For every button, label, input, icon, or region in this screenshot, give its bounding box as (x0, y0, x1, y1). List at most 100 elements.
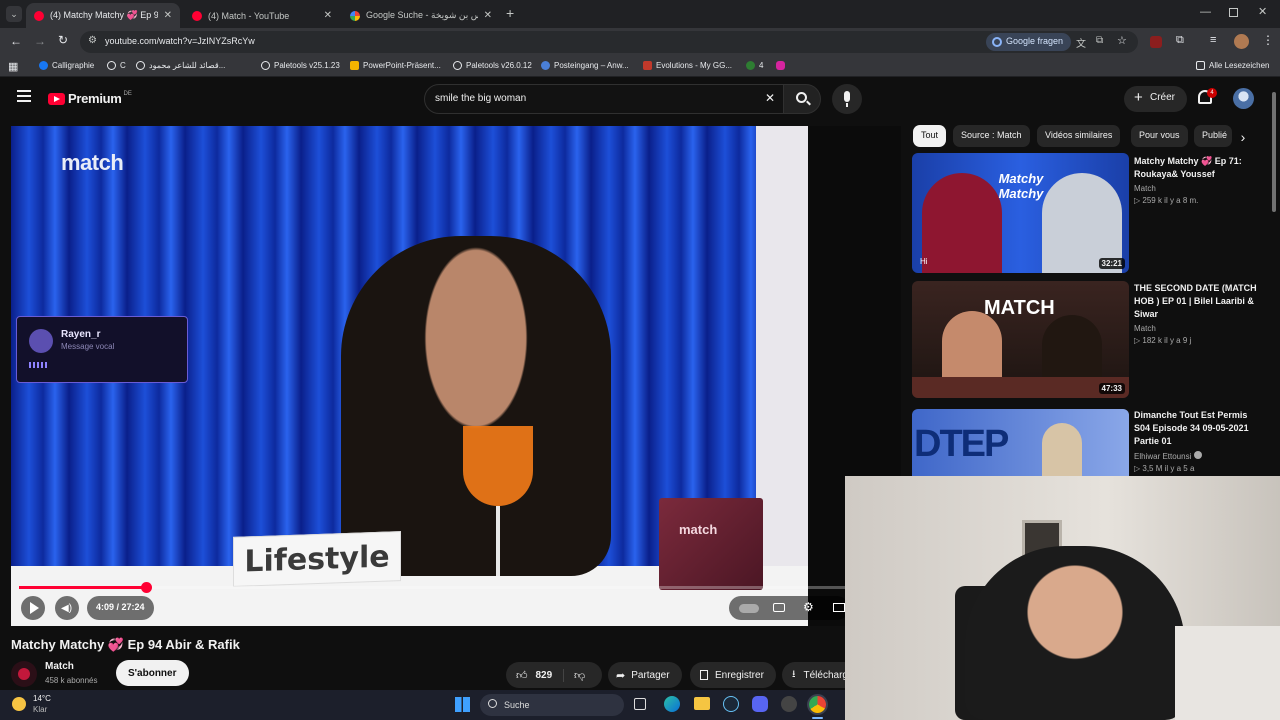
hamburger-menu-icon[interactable] (17, 90, 31, 102)
youtube-favicon-icon (34, 10, 44, 21)
youtube-logo[interactable]: Premium DE (48, 91, 132, 106)
translate-icon[interactable]: 文 (1076, 35, 1086, 50)
subscribe-button[interactable]: S'abonner (116, 660, 189, 686)
subscriber-count: 458 k abonnés (45, 676, 98, 685)
page-scrollbar[interactable] (1272, 92, 1276, 212)
browser-toolbar: ← → ↻ ⚙ youtube.com/watch?v=JzINYZsRcYw … (0, 28, 1280, 56)
url-text[interactable]: youtube.com/watch?v=JzINYZsRcYw (105, 36, 255, 46)
clear-search-icon[interactable]: ✕ (765, 91, 775, 105)
settings-icon[interactable]: ⚙ (803, 600, 814, 614)
recommendation-thumbnail[interactable]: Matchy Matchy Hi 32:21 (912, 153, 1129, 273)
chip-similar[interactable]: Vidéos similaires (1037, 125, 1121, 147)
progress-scrubber[interactable] (140, 582, 152, 593)
bookmark-calligraphie[interactable]: Calligraphie (39, 61, 94, 70)
window-close-icon[interactable]: ✕ (1258, 5, 1267, 18)
address-bar[interactable]: ⚙ youtube.com/watch?v=JzINYZsRcYw Google… (80, 31, 1138, 53)
microphone-icon (844, 91, 850, 102)
globe-icon (261, 61, 270, 70)
close-icon[interactable]: ✕ (324, 10, 332, 21)
close-icon[interactable]: ✕ (164, 10, 172, 21)
account-avatar[interactable] (1233, 88, 1254, 109)
windows-start-icon[interactable] (455, 697, 470, 712)
back-icon[interactable]: ← (10, 34, 22, 48)
discord-icon[interactable] (752, 696, 768, 712)
recommendation-meta[interactable]: Dimanche Tout Est Permis S04 Episode 34 … (1134, 409, 1264, 473)
download-button[interactable]: ⭳ Télécharger (782, 662, 845, 688)
search-input[interactable]: smile the big woman ✕ (424, 84, 784, 114)
folder-icon (350, 61, 359, 70)
autoplay-toggle-icon[interactable] (739, 604, 759, 613)
weather-icon[interactable] (12, 697, 26, 711)
chrome-menu-icon[interactable]: ⋮ (1262, 33, 1274, 47)
channel-avatar[interactable] (11, 661, 37, 687)
steam-icon[interactable] (723, 696, 739, 712)
bookmark-c[interactable]: C (107, 61, 126, 70)
tab-search-dropdown[interactable]: ⌄ (6, 6, 22, 22)
tab-match-channel[interactable]: (4) Match - YouTube ✕ (184, 3, 340, 28)
share-button[interactable]: ➦ Partager (608, 662, 682, 688)
woman-figure (341, 236, 611, 576)
chip-for-you[interactable]: Pour vous (1131, 125, 1188, 147)
site-info-icon[interactable]: ⚙ (88, 35, 97, 46)
volume-icon: ◀) (61, 603, 73, 614)
install-icon[interactable]: ⧉ (1096, 35, 1103, 46)
bookmark-star-icon[interactable]: ☆ (1117, 34, 1127, 47)
bookmark-evolutions[interactable]: Evolutions - My GG... (643, 61, 732, 70)
volume-button[interactable]: ◀) (55, 596, 79, 620)
forward-icon[interactable]: → (34, 34, 46, 48)
like-dislike-group: 👍︎ 829 👎︎ (506, 662, 602, 688)
channel-name[interactable]: Match (45, 661, 74, 672)
tab-matchy[interactable]: (4) Matchy Matchy 💞 Ep 94 Abir & Rafik ✕ (26, 3, 180, 28)
recommendation-thumbnail[interactable]: DTEP (912, 409, 1129, 476)
recommendation-thumbnail[interactable]: MATCH 47:33 (912, 281, 1129, 398)
file-explorer-icon[interactable] (694, 697, 710, 710)
all-bookmarks[interactable]: Alle Lesezeichen (1196, 61, 1269, 70)
recommendation-meta[interactable]: Matchy Matchy 💞 Ep 71: Roukaya& Youssef … (1134, 155, 1264, 205)
bookmark-paletools-2[interactable]: Paletools v26.0.12 (453, 61, 532, 70)
apps-icon[interactable]: ▦ (8, 60, 18, 73)
minimize-icon[interactable]: — (1200, 6, 1211, 18)
share-icon: ➦ (616, 669, 626, 682)
bookmark-posteingang[interactable]: Posteingang – Anw... (541, 61, 629, 70)
task-view-icon[interactable] (634, 698, 646, 710)
extension-icon[interactable] (1150, 36, 1162, 48)
reload-icon[interactable]: ↻ (58, 33, 68, 47)
chrome-icon[interactable] (809, 696, 826, 713)
tab-google-search[interactable]: Google Suche - أنيس بن شويخة ✕ (342, 3, 500, 28)
like-button[interactable]: 👍︎ 829 (506, 668, 564, 682)
restore-icon[interactable] (1229, 8, 1238, 17)
progress-bar[interactable] (19, 582, 854, 593)
chip-all[interactable]: Tout (913, 125, 947, 147)
google-fragen-button[interactable]: Google fragen (986, 33, 1072, 51)
bookmark-4[interactable]: 4 (746, 61, 763, 70)
close-icon[interactable]: ✕ (484, 10, 492, 21)
search-button[interactable] (783, 84, 821, 114)
outlook-icon (541, 61, 550, 70)
bookmark-powerpoint[interactable]: PowerPoint-Präsent... (350, 61, 441, 70)
subtitles-icon[interactable] (773, 603, 785, 612)
game-app-icon[interactable] (781, 696, 797, 712)
edge-icon[interactable] (664, 696, 680, 712)
new-tab-icon[interactable]: + (506, 6, 514, 20)
save-button[interactable]: Enregistrer (690, 662, 776, 688)
video-player[interactable]: match Lifestyle match Rayen_r Message vo… (11, 126, 901, 626)
create-button[interactable]: + Créer (1124, 86, 1188, 112)
voice-message-notification[interactable]: Rayen_r Message vocal (16, 316, 188, 383)
recommendation-meta[interactable]: THE SECOND DATE (MATCH HOB ) EP 01 | Bil… (1134, 282, 1264, 345)
reading-list-icon[interactable]: ≡ (1210, 34, 1216, 46)
chip-published[interactable]: Publié (1194, 125, 1232, 147)
thumbs-down-icon[interactable]: 👎︎ (574, 669, 585, 682)
chevron-right-icon[interactable]: › (1232, 126, 1254, 148)
miniplayer-icon[interactable] (833, 603, 845, 612)
play-button[interactable] (21, 596, 45, 620)
chip-source-match[interactable]: Source : Match (953, 125, 1030, 147)
bookmark-arabic[interactable]: قصائد للشاعر محمود... (136, 61, 225, 70)
voice-search-button[interactable] (832, 84, 862, 114)
profile-avatar[interactable] (1234, 34, 1249, 49)
extensions-puzzle-icon[interactable]: ⧉ (1176, 34, 1184, 47)
progress-fill (19, 586, 146, 589)
bookmark-paletools-1[interactable]: Paletools v25.1.23 (261, 61, 340, 70)
plus-icon: + (1134, 89, 1143, 106)
taskbar-search[interactable]: Suche (480, 694, 624, 716)
instagram-icon[interactable] (776, 61, 789, 70)
